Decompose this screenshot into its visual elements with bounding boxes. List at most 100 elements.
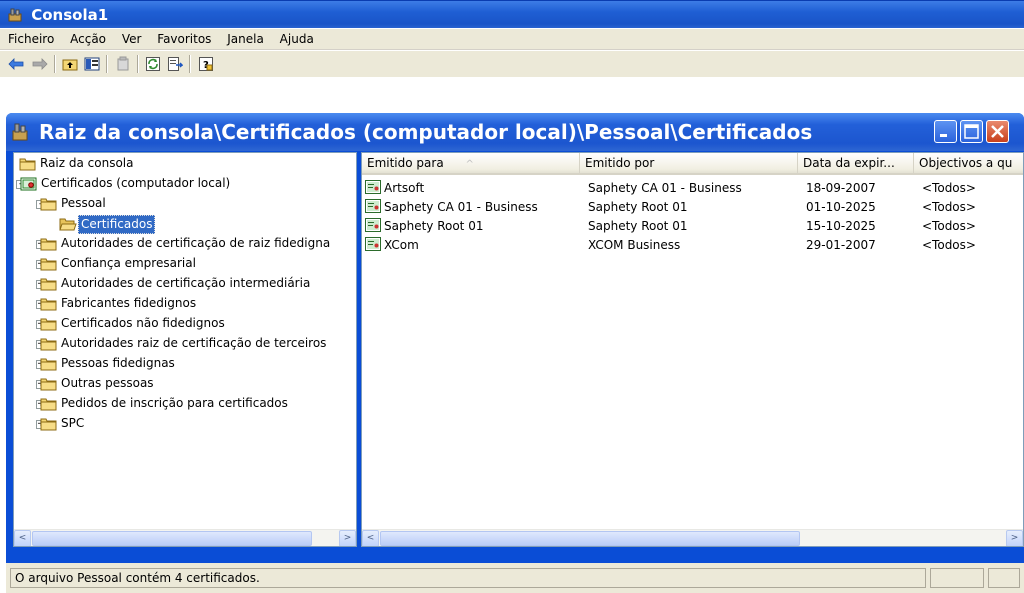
tree-item[interactable]: -Pessoal: [14, 194, 354, 214]
menu-action[interactable]: Acção: [64, 29, 112, 50]
cell-intended-purposes: <Todos>: [922, 238, 976, 252]
show-hide-tree-icon[interactable]: [82, 54, 102, 74]
tree-item[interactable]: +Outras pessoas: [14, 374, 354, 394]
table-row[interactable]: XCom XCOM Business 29-01-2007 <Todos>: [362, 236, 1023, 255]
tree-item-label: Certificados (computador local): [41, 176, 231, 190]
scroll-right-button[interactable]: >: [1006, 530, 1023, 546]
cell-intended-purposes: <Todos>: [922, 219, 976, 233]
tree-item[interactable]: +Autoridades de certificação intermediár…: [14, 274, 354, 294]
scroll-thumb[interactable]: [32, 531, 312, 546]
maximize-icon: [964, 124, 979, 139]
certificate-icon: [365, 218, 381, 235]
tree-item-label: Certificados não fidedignos: [61, 316, 225, 330]
cell-issued-to: Artsoft: [384, 181, 425, 195]
scroll-thumb[interactable]: [380, 531, 800, 546]
copy-icon[interactable]: [113, 54, 133, 74]
back-arrow-icon[interactable]: [6, 54, 26, 74]
tree-item[interactable]: +Pessoas fidedignas: [14, 354, 354, 374]
certificate-icon: [365, 180, 381, 197]
tree-item[interactable]: +Pedidos de inscrição para certificados: [14, 394, 354, 414]
child-window-title: Raiz da consola\Certificados (computador…: [38, 120, 813, 144]
forward-arrow-icon[interactable]: [30, 54, 50, 74]
toolbar-separator: [106, 55, 108, 73]
tree-item[interactable]: +SPC: [14, 414, 354, 434]
cell-issued-by: Saphety Root 01: [588, 219, 688, 233]
tree-item[interactable]: +Autoridades de certificação de raiz fid…: [14, 234, 354, 254]
tree-item[interactable]: +Certificados não fidedignos: [14, 314, 354, 334]
column-header-label: Objectivos a qu: [919, 156, 1013, 170]
export-list-icon[interactable]: [165, 54, 185, 74]
cell-issued-to: XCom: [384, 238, 419, 252]
tree-item[interactable]: +Fabricantes fidedignos: [14, 294, 354, 314]
cell-issued-by: Saphety Root 01: [588, 200, 688, 214]
minimize-button[interactable]: [934, 120, 957, 143]
close-icon: [991, 125, 1004, 138]
column-header-issued-by[interactable]: Emitido por: [580, 153, 798, 175]
app-title-bar[interactable]: Consola1: [0, 0, 1024, 28]
scroll-left-button[interactable]: <: [362, 530, 379, 546]
certificate-icon: [365, 199, 381, 216]
tree-item-label: Raiz da consola: [40, 156, 134, 170]
scroll-left-button[interactable]: <: [14, 530, 31, 546]
status-text: O arquivo Pessoal contém 4 certificados.: [10, 568, 926, 588]
column-header-label: Emitido para: [367, 156, 444, 170]
menu-file[interactable]: Ficheiro: [0, 29, 60, 50]
child-window-title-bar[interactable]: Raiz da consola\Certificados (computador…: [6, 113, 1024, 151]
column-header-issued-to[interactable]: Emitido para ^: [362, 153, 580, 175]
tree-item-label: Autoridades de certificação de raiz fide…: [61, 236, 331, 250]
cell-expiry-date: 29-01-2007: [806, 238, 876, 252]
toolbar: ?: [0, 51, 1024, 77]
table-row[interactable]: Saphety CA 01 - Business Saphety Root 01 0…: [362, 198, 1023, 217]
cell-issued-by: XCOM Business: [588, 238, 681, 252]
tree-item[interactable]: Raiz da consola: [14, 154, 354, 174]
menu-window[interactable]: Janela: [221, 29, 270, 50]
cell-issued-to: Saphety CA 01 - Business: [384, 200, 538, 214]
app-title: Consola1: [31, 6, 109, 24]
tree-item[interactable]: +Autoridades raiz de certificação de ter…: [14, 334, 354, 354]
menu-view[interactable]: Ver: [116, 29, 148, 50]
menu-bar: Ficheiro Acção Ver Favoritos Janela Ajud…: [0, 29, 1024, 50]
certificate-icon: [365, 237, 381, 254]
tree-item-label: SPC: [61, 416, 85, 430]
cell-intended-purposes: <Todos>: [922, 181, 976, 195]
tree-item[interactable]: -Certificados (computador local): [14, 174, 354, 194]
size-grip-icon[interactable]: [988, 568, 1020, 588]
cell-issued-to: Saphety Root 01: [384, 219, 484, 233]
status-bar: O arquivo Pessoal contém 4 certificados.: [6, 563, 1024, 593]
column-header-intended-purposes[interactable]: Objectivos a qu: [914, 153, 1023, 175]
menu-help[interactable]: Ajuda: [274, 29, 320, 50]
cell-issued-by: Saphety CA 01 - Business: [588, 181, 742, 195]
refresh-icon[interactable]: [143, 54, 163, 74]
tree-item-label: Autoridades raiz de certificação de terc…: [61, 336, 327, 350]
toolbar-separator: [189, 55, 191, 73]
tree-item-label: Certificados: [78, 215, 156, 234]
tree-horizontal-scrollbar[interactable]: < >: [14, 529, 356, 546]
menu-favorites[interactable]: Favoritos: [151, 29, 217, 50]
status-panel: [930, 568, 984, 588]
close-button[interactable]: [986, 120, 1009, 143]
maximize-button[interactable]: [960, 120, 983, 143]
cell-expiry-date: 18-09-2007: [806, 181, 876, 195]
sort-ascending-icon: ^: [465, 159, 474, 170]
up-folder-icon[interactable]: [60, 54, 80, 74]
table-row[interactable]: Artsoft Saphety CA 01 - Business 18-09-200…: [362, 179, 1023, 198]
table-row[interactable]: Saphety Root 01 Saphety Root 01 15-10-2025…: [362, 217, 1023, 236]
cell-expiry-date: 01-10-2025: [806, 200, 876, 214]
list-horizontal-scrollbar[interactable]: < >: [362, 529, 1023, 546]
tree-item-label: Confiança empresarial: [61, 256, 196, 270]
column-header-expiry-date[interactable]: Data da expir...: [798, 153, 914, 175]
tree-item-label: Pessoal: [61, 196, 106, 210]
scroll-right-button[interactable]: >: [339, 530, 356, 546]
tree-item[interactable]: Certificados: [14, 214, 354, 234]
list-pane[interactable]: Emitido para ^ Emitido por Data da expir…: [361, 152, 1024, 547]
column-header-label: Data da expir...: [803, 156, 895, 170]
help-icon[interactable]: ?: [196, 54, 216, 74]
tree-item[interactable]: +Confiança empresarial: [14, 254, 354, 274]
tree-item-label: Pedidos de inscrição para certificados: [61, 396, 288, 410]
console-window-icon: [12, 115, 28, 153]
tree-pane[interactable]: Raiz da consola -Certificados (computador…: [13, 152, 357, 547]
tree-item-label: Autoridades de certificação intermediári…: [61, 276, 311, 290]
tree-item-label: Outras pessoas: [61, 376, 154, 390]
toolbar-separator: [137, 55, 139, 73]
column-header-label: Emitido por: [585, 156, 655, 170]
